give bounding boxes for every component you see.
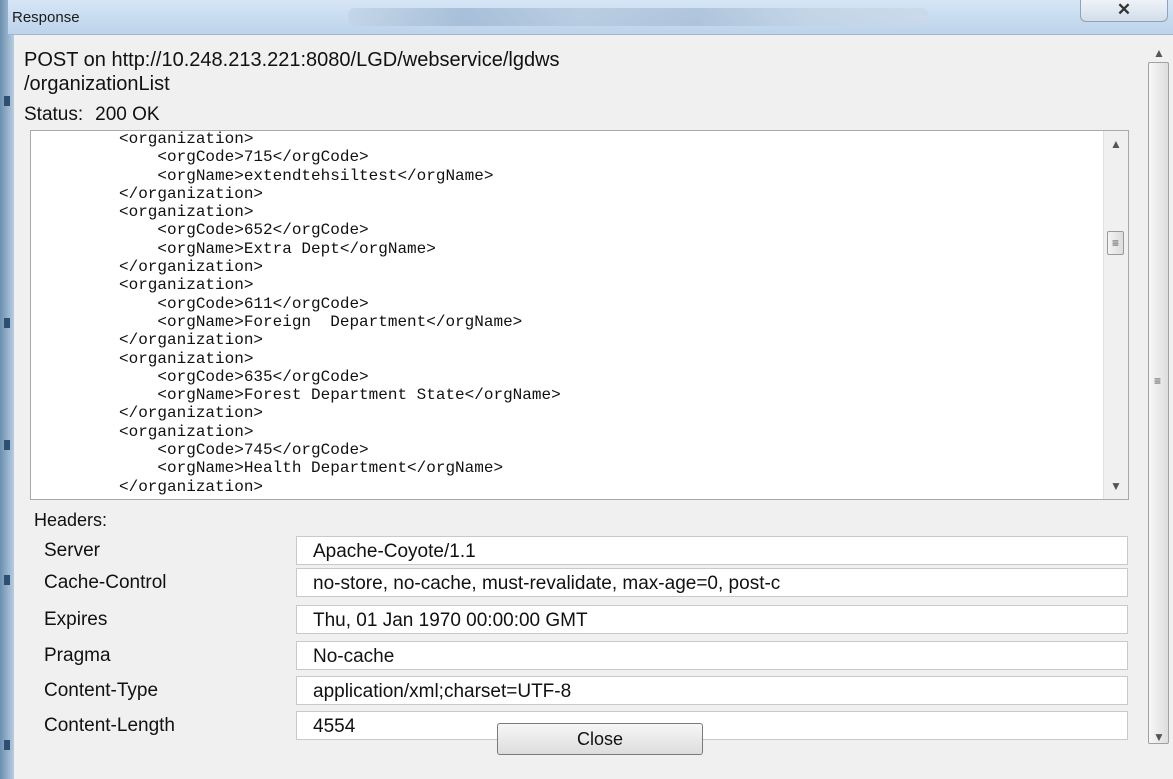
status-value: 200 OK — [95, 104, 160, 125]
header-name: Cache-Control — [44, 572, 167, 593]
desktop-left-strip — [0, 0, 14, 779]
xml-line: <orgName>Health Department</orgName> — [119, 459, 504, 478]
window-title: Response — [12, 9, 80, 26]
request-url: POST on http://10.248.213.221:8080/LGD/w… — [24, 48, 560, 96]
xml-line: <orgName>Extra Dept</orgName> — [119, 239, 436, 258]
xml-line: </organization> — [119, 258, 264, 277]
xml-line: </organization> — [119, 477, 264, 496]
xml-line: <orgName>Forest Department State</orgNam… — [119, 386, 561, 405]
scroll-up-icon[interactable]: ▲ — [1104, 135, 1128, 153]
header-row: Content-Type application/xml;charset=UTF-… — [40, 676, 1130, 706]
dialog-scroll-thumb[interactable] — [1148, 62, 1169, 744]
header-row: Pragma No-cache — [40, 641, 1130, 671]
header-value-field[interactable]: No-cache — [296, 641, 1128, 670]
dialog-scroll-grip-icon: ≡ — [1153, 374, 1161, 388]
xml-line: </organization> — [119, 404, 264, 423]
scroll-thumb[interactable]: ≡ — [1107, 231, 1124, 255]
dialog-scroll-up-icon[interactable]: ▲ — [1147, 44, 1171, 62]
strip-mark — [4, 318, 10, 328]
xml-line: <organization> — [119, 349, 254, 368]
header-name: Content-Length — [44, 715, 175, 736]
header-row: Expires Thu, 01 Jan 1970 00:00:00 GMT — [40, 605, 1130, 635]
header-row: Server Apache-Coyote/1.1 — [40, 536, 1130, 566]
xml-line: <orgCode>715</orgCode> — [119, 148, 369, 167]
request-url-line1: POST on http://10.248.213.221:8080/LGD/w… — [24, 49, 560, 71]
header-value-field[interactable]: no-store, no-cache, must-revalidate, max… — [296, 568, 1128, 597]
xml-line: <organization> — [119, 276, 254, 295]
status-line: Status: 200 OK — [24, 104, 160, 126]
strip-mark — [4, 575, 10, 585]
strip-mark — [4, 740, 10, 750]
response-body-textarea[interactable]: <organization> <orgCode>715</orgCode> <o… — [30, 130, 1129, 500]
header-name: Content-Type — [44, 680, 159, 701]
title-bar[interactable]: Response ✕ — [8, 0, 1173, 35]
dialog-scrollbar[interactable]: ▲ ≡ ▼ — [1147, 44, 1171, 744]
header-value-field[interactable]: 4554 — [296, 711, 1128, 740]
header-value-field[interactable]: Thu, 01 Jan 1970 00:00:00 GMT — [296, 605, 1128, 634]
background-window-blur — [348, 8, 928, 26]
xml-line: <orgCode>745</orgCode> — [119, 441, 369, 460]
xml-line: <orgName>extendtehsiltest</orgName> — [119, 166, 494, 185]
xml-line: <orgCode>635</orgCode> — [119, 367, 369, 386]
xml-line: <orgName>Foreign Department</orgName> — [119, 312, 523, 331]
header-value-field[interactable]: application/xml;charset=UTF-8 — [296, 676, 1128, 705]
status-label: Status: — [24, 104, 84, 125]
close-button[interactable]: Close — [497, 723, 703, 755]
xml-line: <orgCode>611</orgCode> — [119, 294, 369, 313]
header-name: Expires — [44, 609, 108, 630]
xml-line: <orgCode>652</orgCode> — [119, 221, 369, 240]
scroll-down-icon[interactable]: ▼ — [1104, 477, 1128, 495]
body-scrollbar[interactable]: ▲ ≡ ▼ — [1103, 131, 1128, 499]
header-row: Cache-Control no-store, no-cache, must-re… — [40, 568, 1130, 598]
xml-line: <organization> — [119, 130, 254, 148]
window-close-button[interactable]: ✕ — [1080, 0, 1168, 22]
strip-mark — [4, 440, 10, 450]
xml-content: <organization> <orgCode>715</orgCode> <o… — [119, 130, 561, 496]
headers-label: Headers: — [34, 510, 108, 530]
xml-line: </organization> — [119, 331, 264, 350]
xml-line: </organization> — [119, 184, 264, 203]
dialog-scroll-down-icon[interactable]: ▼ — [1147, 728, 1171, 746]
header-name: Pragma — [44, 645, 111, 666]
strip-mark — [4, 96, 10, 106]
close-icon: ✕ — [1116, 0, 1132, 19]
header-name: Server — [44, 540, 100, 561]
request-url-line2: /organizationList — [24, 73, 170, 95]
xml-line: <organization> — [119, 422, 254, 441]
header-value-field[interactable]: Apache-Coyote/1.1 — [296, 536, 1128, 565]
xml-line: <organization> — [119, 203, 254, 222]
